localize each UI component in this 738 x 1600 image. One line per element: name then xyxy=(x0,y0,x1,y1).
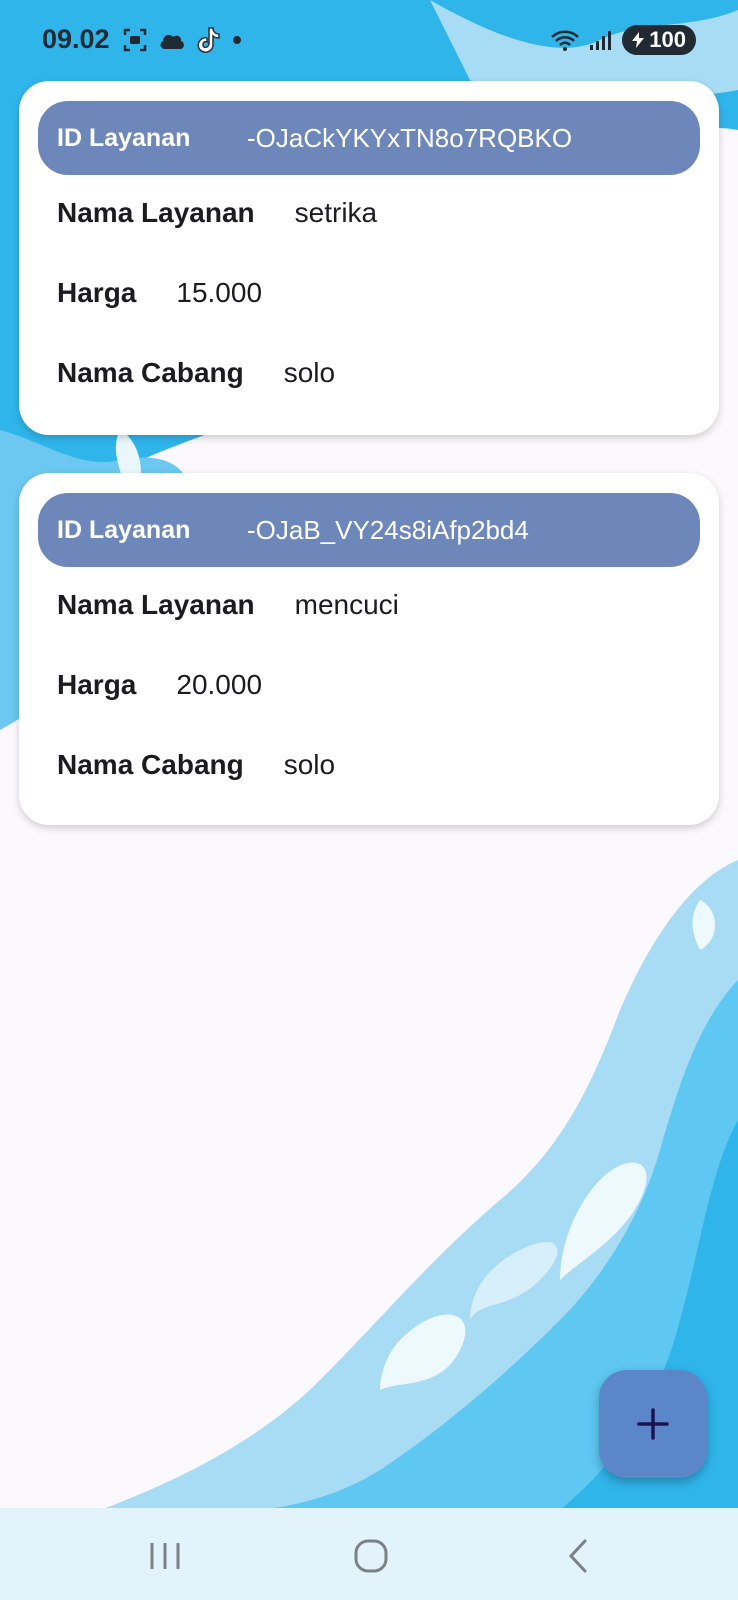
dot-icon xyxy=(233,36,241,44)
charging-icon xyxy=(632,32,645,48)
status-time: 09.02 xyxy=(42,24,110,54)
harga-row: Harga 20.000 xyxy=(57,669,262,701)
add-service-button[interactable] xyxy=(599,1370,707,1478)
nama-cabang-label: Nama Cabang xyxy=(57,749,244,780)
back-icon xyxy=(568,1539,587,1573)
nama-layanan-value: mencuci xyxy=(294,589,399,620)
id-label: ID Layanan xyxy=(57,515,191,544)
screenshot-icon xyxy=(123,28,147,52)
nama-cabang-value: solo xyxy=(283,357,336,388)
recent-apps-button[interactable] xyxy=(135,1528,195,1584)
navigation-bar xyxy=(0,1508,738,1600)
harga-row: Harga 15.000 xyxy=(57,277,262,309)
battery-level: 100 xyxy=(649,27,686,52)
home-icon xyxy=(354,1539,388,1573)
harga-label: Harga xyxy=(57,277,137,308)
nama-layanan-label: Nama Layanan xyxy=(57,197,255,228)
id-value: -OJaCkYKYxTN8o7RQBKO xyxy=(247,122,573,153)
nama-layanan-row: Nama Layanan setrika xyxy=(57,197,377,229)
home-button[interactable] xyxy=(341,1528,401,1584)
status-icons-right: 100 xyxy=(550,25,696,55)
back-button[interactable] xyxy=(548,1528,608,1584)
id-value: -OJaB_VY24s8iAfp2bd4 xyxy=(247,514,529,545)
wifi-icon xyxy=(551,30,580,51)
plus-icon xyxy=(637,1408,669,1440)
nama-cabang-value: solo xyxy=(283,749,336,780)
id-bar: ID Layanan -OJaCkYKYxTN8o7RQBKO xyxy=(38,101,700,175)
recent-apps-icon xyxy=(150,1543,180,1569)
id-bar: ID Layanan -OJaB_VY24s8iAfp2bd4 xyxy=(38,493,700,567)
harga-value: 20.000 xyxy=(176,669,263,700)
nama-cabang-row: Nama Cabang solo xyxy=(57,749,335,781)
battery-icon: 100 xyxy=(622,25,696,55)
signal-icon xyxy=(590,31,612,50)
status-icons-left xyxy=(122,26,244,54)
service-card[interactable]: ID Layanan -OJaB_VY24s8iAfp2bd4 Nama Lay… xyxy=(19,473,719,825)
id-label: ID Layanan xyxy=(57,123,191,152)
service-card[interactable]: ID Layanan -OJaCkYKYxTN8o7RQBKO Nama Lay… xyxy=(19,81,719,435)
nama-cabang-label: Nama Cabang xyxy=(57,357,244,388)
nama-layanan-label: Nama Layanan xyxy=(57,589,255,620)
nama-layanan-row: Nama Layanan mencuci xyxy=(57,589,399,621)
cloud-icon xyxy=(160,34,184,49)
harga-label: Harga xyxy=(57,669,137,700)
status-bar: 09.02 100 xyxy=(0,0,738,80)
nama-layanan-value: setrika xyxy=(294,197,378,228)
tiktok-icon xyxy=(197,27,220,53)
harga-value: 15.000 xyxy=(176,277,263,308)
nama-cabang-row: Nama Cabang solo xyxy=(57,357,335,389)
